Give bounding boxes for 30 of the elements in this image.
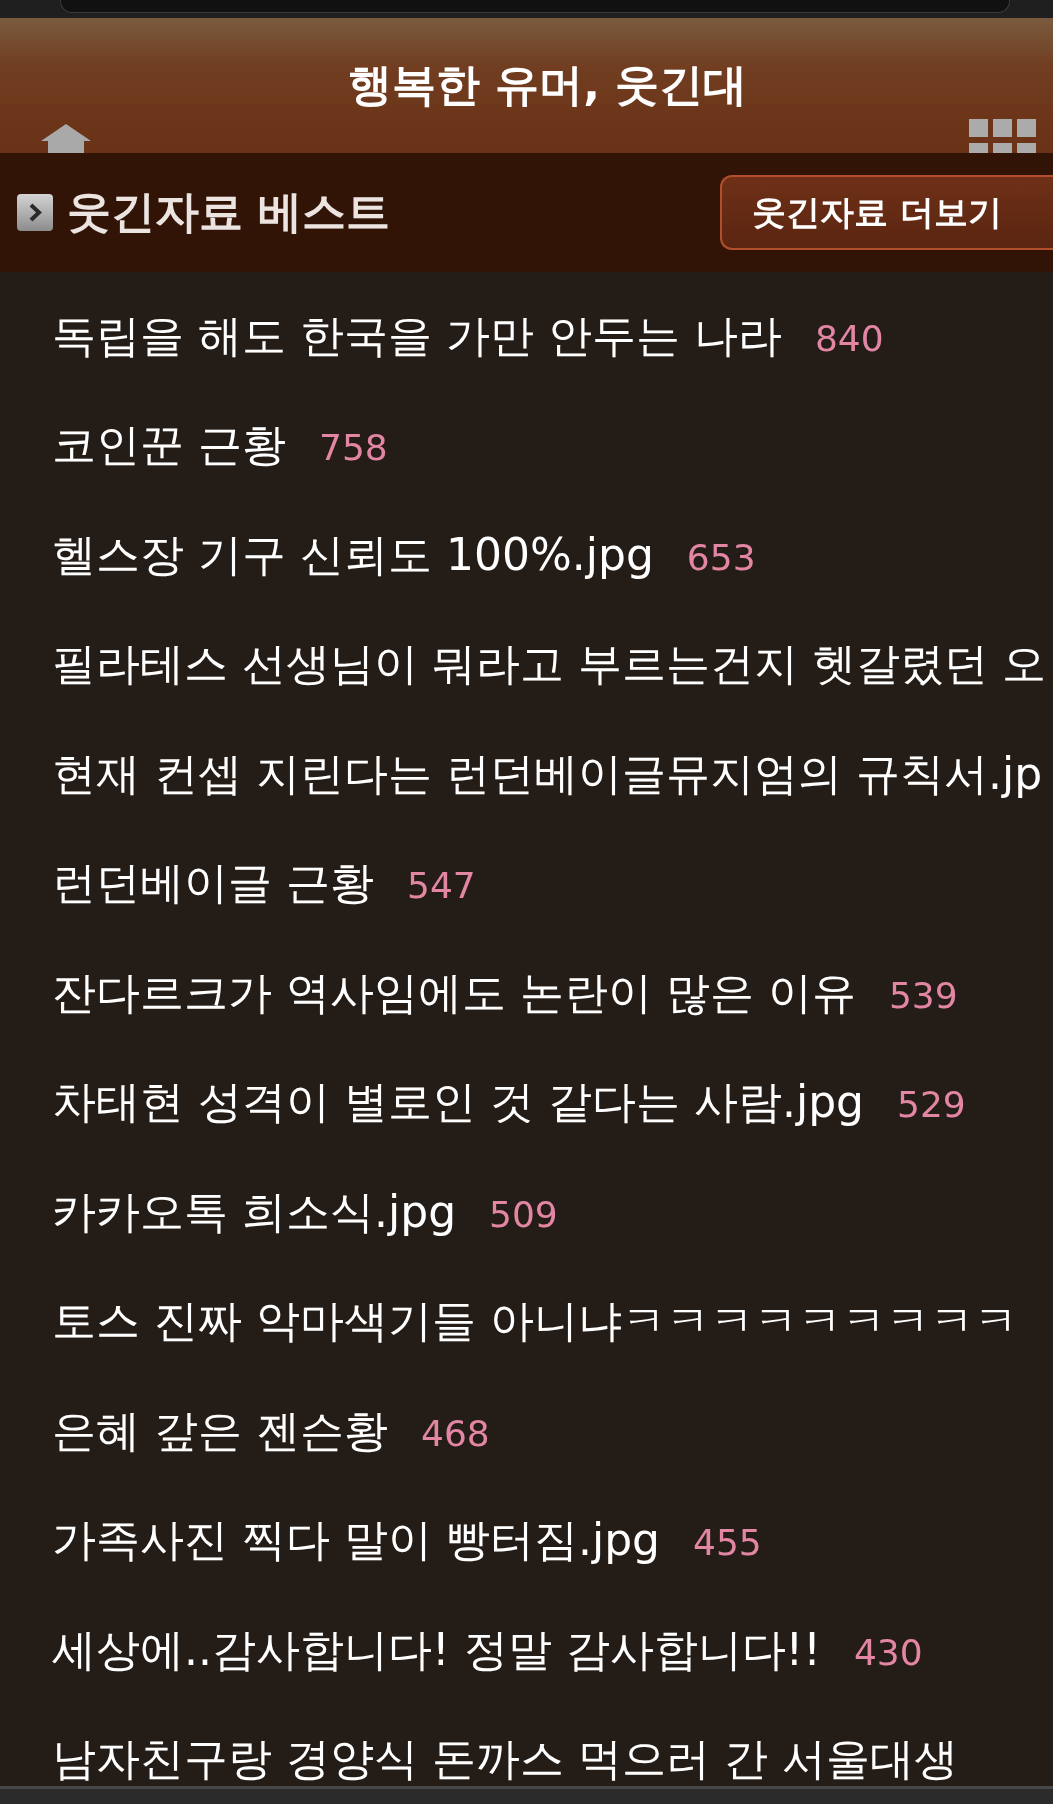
post-link[interactable]: 가족사진 찍다 말이 빵터짐.jpg: [52, 1515, 661, 1566]
post-count: 430: [853, 1631, 923, 1673]
post-count: 653: [686, 536, 756, 578]
grid-icon[interactable]: [969, 119, 1036, 153]
post-link[interactable]: 헬스장 기구 신뢰도 100%.jpg: [52, 529, 654, 581]
post-count: 539: [888, 974, 958, 1016]
home-icon[interactable]: [41, 124, 91, 153]
post-link[interactable]: 세상에..감사합니다! 정말 감사합니다!!: [52, 1624, 821, 1676]
post-link[interactable]: 카카오톡 희소식.jpg: [52, 1186, 457, 1238]
site-title: 행복한 유머, 웃긴대: [347, 60, 748, 111]
post-link[interactable]: 현재 컨셉 지린다는 런던베이글뮤지엄의 규칙서.jp: [52, 748, 1043, 800]
post-count: 840: [814, 317, 884, 359]
more-button[interactable]: 웃긴자료 더보기: [720, 175, 1053, 250]
post-count: 468: [421, 1412, 490, 1454]
post-link[interactable]: 필라테스 선생님이 뭐라고 부르는건지 헷갈렸던 오: [52, 639, 1046, 690]
post-link[interactable]: 토스 진짜 악마색기들 아니냐ㅋㅋㅋㅋㅋㅋㅋㅋㅋ: [52, 1296, 1018, 1347]
section-title: 웃긴자료 베스트: [67, 187, 391, 238]
post-count: 758: [319, 427, 388, 469]
post-link[interactable]: 독립을 해도 한국을 가만 안두는 나라: [52, 310, 782, 362]
post-link[interactable]: 코인꾼 근황: [52, 420, 286, 471]
post-link[interactable]: 남자친구랑 경양식 돈까스 먹으러 간 서울대생: [52, 1734, 958, 1785]
post-count: 509: [489, 1193, 558, 1235]
post-link[interactable]: 차태현 성격이 별로인 것 같다는 사람.jpg: [52, 1077, 864, 1128]
post-count: 547: [407, 865, 476, 907]
chevron-icon: [17, 194, 53, 231]
post-link[interactable]: 잔다르크가 역사임에도 논란이 많은 이유: [52, 967, 856, 1019]
post-count: 455: [693, 1522, 762, 1564]
post-count: 529: [897, 1084, 966, 1126]
post-link[interactable]: 런던베이글 근황: [52, 858, 374, 909]
post-link[interactable]: 은혜 갚은 젠슨황: [52, 1405, 388, 1457]
